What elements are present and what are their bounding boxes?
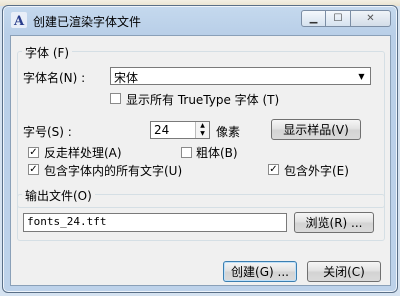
- dialog-client-area: 字体 (F) 字体名(N) : 宋体 ▼ 显示所有 TrueType 字体 (T…: [10, 35, 391, 286]
- svg-text:A: A: [13, 14, 25, 28]
- output-file-value: fonts_24.tft: [27, 215, 107, 228]
- output-file-input[interactable]: fonts_24.tft: [23, 213, 287, 232]
- output-group: 输出文件(O) fonts_24.tft 浏览(R) ...: [17, 187, 385, 241]
- bold-label[interactable]: 粗体(B): [196, 144, 238, 161]
- close-icon: ✕: [366, 13, 375, 24]
- show-sample-button[interactable]: 显示样品(V): [271, 119, 361, 140]
- minimize-icon: ▁: [309, 13, 318, 24]
- output-group-legend: 输出文件(O): [22, 187, 95, 204]
- window-title: 创建已渲染字体文件: [33, 15, 142, 29]
- close-label: 关闭(C): [323, 265, 365, 279]
- antialias-checkbox[interactable]: ✓: [28, 147, 39, 158]
- close-window-button[interactable]: ✕: [351, 10, 391, 27]
- include-external-label[interactable]: 包含外字(E): [284, 162, 349, 179]
- browse-label: 浏览(R) ...: [305, 216, 363, 230]
- title-bar[interactable]: A 创建已渲染字体文件 ▁ ☐ ✕: [3, 6, 397, 34]
- include-external-checkbox[interactable]: ✓: [268, 164, 279, 175]
- spin-up-icon[interactable]: ▲: [196, 122, 209, 130]
- font-group: 字体 (F) 字体名(N) : 宋体 ▼ 显示所有 TrueType 字体 (T…: [17, 44, 385, 208]
- bold-checkbox[interactable]: [181, 147, 192, 158]
- font-name-value: 宋体: [114, 71, 139, 85]
- maximize-button[interactable]: ☐: [326, 10, 351, 27]
- minimize-button[interactable]: ▁: [301, 10, 326, 27]
- include-all-label[interactable]: 包含字体内的所有文字(U): [44, 162, 182, 179]
- browse-button[interactable]: 浏览(R) ...: [294, 212, 374, 233]
- size-label: 字号(S) :: [23, 125, 72, 139]
- size-unit: 像素: [216, 125, 241, 139]
- font-name-combobox[interactable]: 宋体 ▼: [110, 67, 371, 85]
- create-label: 创建(G) ...: [231, 265, 289, 279]
- chevron-down-icon[interactable]: ▼: [354, 69, 369, 83]
- show-sample-label: 显示样品(V): [283, 123, 349, 137]
- maximize-icon: ☐: [333, 13, 343, 24]
- font-group-legend: 字体 (F): [22, 44, 73, 61]
- close-button[interactable]: 关闭(C): [307, 261, 381, 282]
- create-button[interactable]: 创建(G) ...: [223, 261, 297, 282]
- antialias-label[interactable]: 反走样处理(A): [44, 144, 122, 161]
- dialog-window: A 创建已渲染字体文件 ▁ ☐ ✕ 字体 (F) 字体名(N) : 宋体 ▼ 显…: [2, 5, 398, 293]
- font-name-label: 字体名(N) :: [23, 71, 86, 85]
- include-all-checkbox[interactable]: ✓: [28, 164, 39, 175]
- show-truetype-checkbox[interactable]: [110, 93, 121, 104]
- size-value: 24: [154, 123, 170, 137]
- show-truetype-label[interactable]: 显示所有 TrueType 字体 (T): [126, 91, 279, 108]
- size-spinner[interactable]: 24 ▲ ▼: [150, 121, 210, 139]
- font-app-icon: A: [11, 12, 27, 28]
- spin-down-icon[interactable]: ▼: [196, 130, 209, 138]
